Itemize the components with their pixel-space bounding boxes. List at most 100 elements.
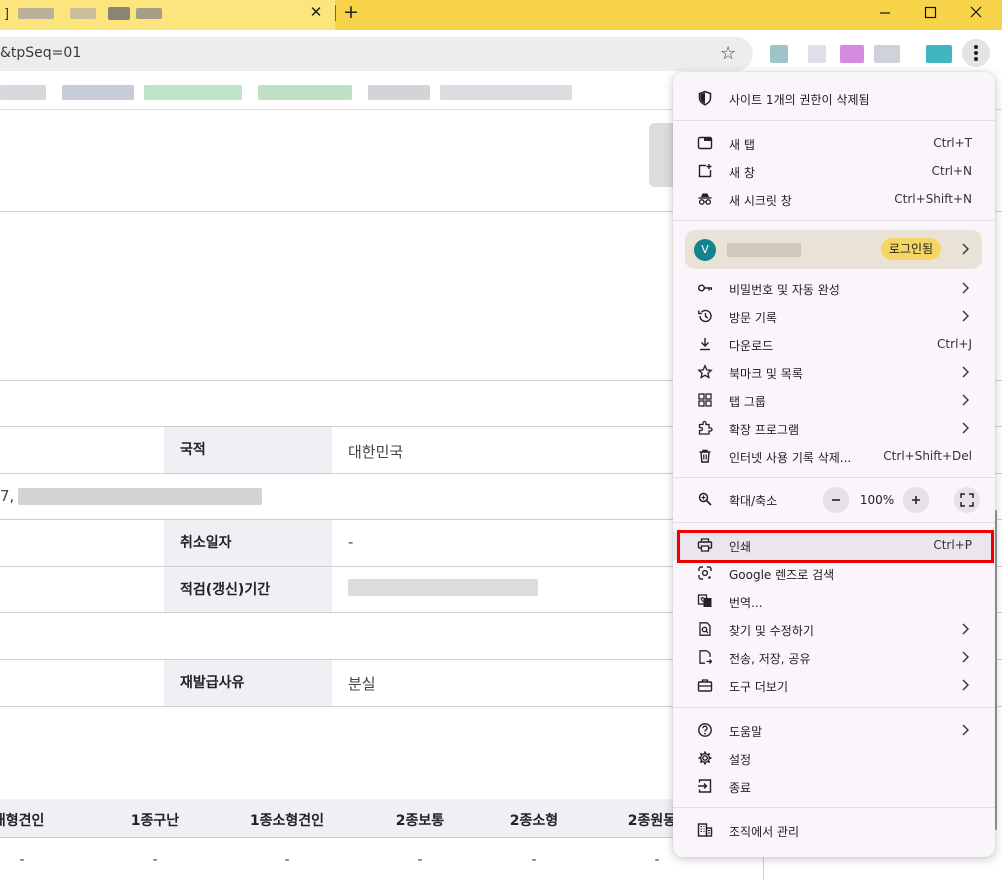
menu-item-shortcut: Ctrl+Shift+N — [894, 192, 972, 206]
help-icon — [697, 722, 713, 738]
tab-title-redacted — [70, 8, 96, 19]
close-window-icon[interactable] — [964, 2, 988, 24]
bookmark-item[interactable] — [258, 85, 352, 100]
building-icon — [697, 822, 713, 838]
url-text[interactable]: &tpSeq=01 — [0, 45, 81, 61]
menu-item-label: 방문 기록 — [729, 311, 777, 325]
address-bar[interactable]: &tpSeq=01 ☆ — [0, 37, 753, 71]
minimize-icon[interactable] — [873, 2, 897, 24]
browser-main-menu: 사이트 1개의 권한이 삭제됨 새 탭 Ctrl+T 새 창 Ctrl+N 새 … — [673, 72, 995, 857]
menu-separator — [673, 220, 995, 221]
browser-toolbar: &tpSeq=01 ☆ — [0, 30, 1002, 76]
extension-icon[interactable] — [926, 45, 952, 63]
browser-menu-button[interactable] — [962, 39, 990, 67]
trash-icon — [697, 448, 713, 464]
menu-item-settings[interactable]: 설정 — [673, 745, 995, 773]
menu-item-history[interactable]: 방문 기록 — [673, 303, 995, 331]
menu-item-label: 종료 — [729, 781, 752, 795]
menu-item-label: 새 탭 — [729, 138, 755, 152]
new-tab-plus-icon[interactable]: + — [342, 1, 360, 23]
zoom-out-button[interactable] — [823, 487, 849, 513]
google-lens-icon — [697, 565, 713, 581]
zoom-level: 100% — [859, 493, 895, 507]
new-tab-icon — [697, 135, 713, 151]
tab-title-redacted — [108, 7, 130, 20]
menu-item-shortcut: Ctrl+T — [933, 136, 972, 150]
menu-item-label: 새 시크릿 창 — [729, 194, 792, 208]
license-type-header: 2종보통 — [395, 813, 445, 829]
zoom-magnifier-icon — [697, 491, 713, 507]
menu-item-new-tab[interactable]: 새 탭 Ctrl+T — [673, 130, 995, 158]
menu-item-tab-groups[interactable]: 탭 그룹 — [673, 387, 995, 415]
menu-item-save-share[interactable]: 전송, 저장, 공유 — [673, 644, 995, 672]
license-type-value: - — [19, 852, 25, 868]
menu-item-new-incognito[interactable]: 새 시크릿 창 Ctrl+Shift+N — [673, 186, 995, 214]
new-window-icon — [697, 163, 713, 179]
menu-item-label: 비밀번호 및 자동 완성 — [729, 283, 840, 297]
chevron-right-icon — [959, 365, 971, 379]
bookmark-item[interactable] — [440, 85, 572, 100]
save-share-icon — [697, 649, 713, 665]
bookmark-item[interactable] — [0, 85, 46, 100]
active-tab[interactable]: ] ✕ — [0, 0, 335, 30]
extension-icon[interactable] — [770, 45, 788, 63]
menu-item-label: 전송, 저장, 공유 — [729, 652, 811, 666]
shield-icon — [697, 90, 713, 106]
bookmark-item[interactable] — [144, 85, 242, 100]
license-type-value: - — [284, 852, 290, 868]
divider — [0, 837, 760, 838]
license-type-value: - — [152, 852, 158, 868]
extension-icon[interactable] — [840, 45, 864, 63]
menu-item-managed[interactable]: 조직에서 관리 — [673, 817, 995, 845]
menu-item-shortcut: Ctrl+Shift+Del — [883, 449, 972, 463]
menu-item-label: 도구 더보기 — [729, 680, 789, 694]
menu-separator — [673, 120, 995, 121]
menu-item-find-edit[interactable]: 찾기 및 수정하기 — [673, 616, 995, 644]
key-icon — [697, 280, 713, 296]
menu-item-new-window[interactable]: 새 창 Ctrl+N — [673, 158, 995, 186]
exit-icon — [697, 778, 713, 794]
menu-item-label: 다운로드 — [729, 339, 774, 353]
menu-item-extensions[interactable]: 확장 프로그램 — [673, 415, 995, 443]
bookmark-star-icon[interactable]: ☆ — [720, 43, 736, 64]
menu-item-site-permissions[interactable]: 사이트 1개의 권한이 삭제됨 — [673, 85, 995, 113]
chevron-right-icon — [959, 421, 971, 435]
menu-separator — [673, 522, 995, 523]
menu-separator — [673, 477, 995, 478]
profile-name-redacted — [727, 243, 801, 257]
chevron-right-icon — [959, 622, 971, 636]
tab-groups-icon — [697, 392, 713, 408]
profile-row[interactable]: V 로그인됨 — [685, 230, 982, 269]
menu-separator — [673, 707, 995, 708]
chevron-right-icon — [959, 723, 971, 737]
zoom-in-button[interactable] — [903, 487, 929, 513]
menu-item-label: 조직에서 관리 — [729, 825, 800, 839]
bookmark-item[interactable] — [368, 85, 430, 100]
download-icon — [697, 336, 713, 352]
menu-item-help[interactable]: 도움말 — [673, 717, 995, 745]
license-table-header: 종대형견인 1종구난 1종소형견인 2종보통 2종소형 2종원동 — [0, 799, 760, 837]
menu-item-passwords[interactable]: 비밀번호 및 자동 완성 — [673, 275, 995, 303]
menu-item-shortcut: Ctrl+J — [937, 337, 972, 351]
extension-icon[interactable] — [874, 45, 900, 63]
menu-item-downloads[interactable]: 다운로드 Ctrl+J — [673, 331, 995, 359]
menu-item-more-tools[interactable]: 도구 더보기 — [673, 672, 995, 700]
menu-item-label: 번역... — [729, 596, 763, 610]
menu-item-label: 찾기 및 수정하기 — [729, 624, 814, 638]
renewal-period-redacted — [348, 579, 538, 596]
menu-item-label: 설정 — [729, 753, 752, 767]
menu-item-exit[interactable]: 종료 — [673, 773, 995, 801]
toolbox-icon — [697, 677, 713, 693]
menu-item-bookmarks[interactable]: 북마크 및 목록 — [673, 359, 995, 387]
menu-item-translate[interactable]: 번역... — [673, 588, 995, 616]
close-tab-icon[interactable]: ✕ — [308, 3, 324, 21]
menu-item-clear-data[interactable]: 인터넷 사용 기록 삭제... Ctrl+Shift+Del — [673, 443, 995, 471]
extension-icon[interactable] — [808, 45, 826, 63]
tab-title: ] — [4, 7, 10, 22]
maximize-icon[interactable] — [918, 2, 942, 24]
title-bar: ] ✕ + — [0, 0, 1002, 30]
bookmark-item[interactable] — [62, 85, 134, 100]
reissue-reason-label: 재발급사유 — [164, 660, 332, 706]
fullscreen-button[interactable] — [954, 487, 980, 513]
menu-item-google-lens[interactable]: Google 렌즈로 검색 — [673, 560, 995, 588]
